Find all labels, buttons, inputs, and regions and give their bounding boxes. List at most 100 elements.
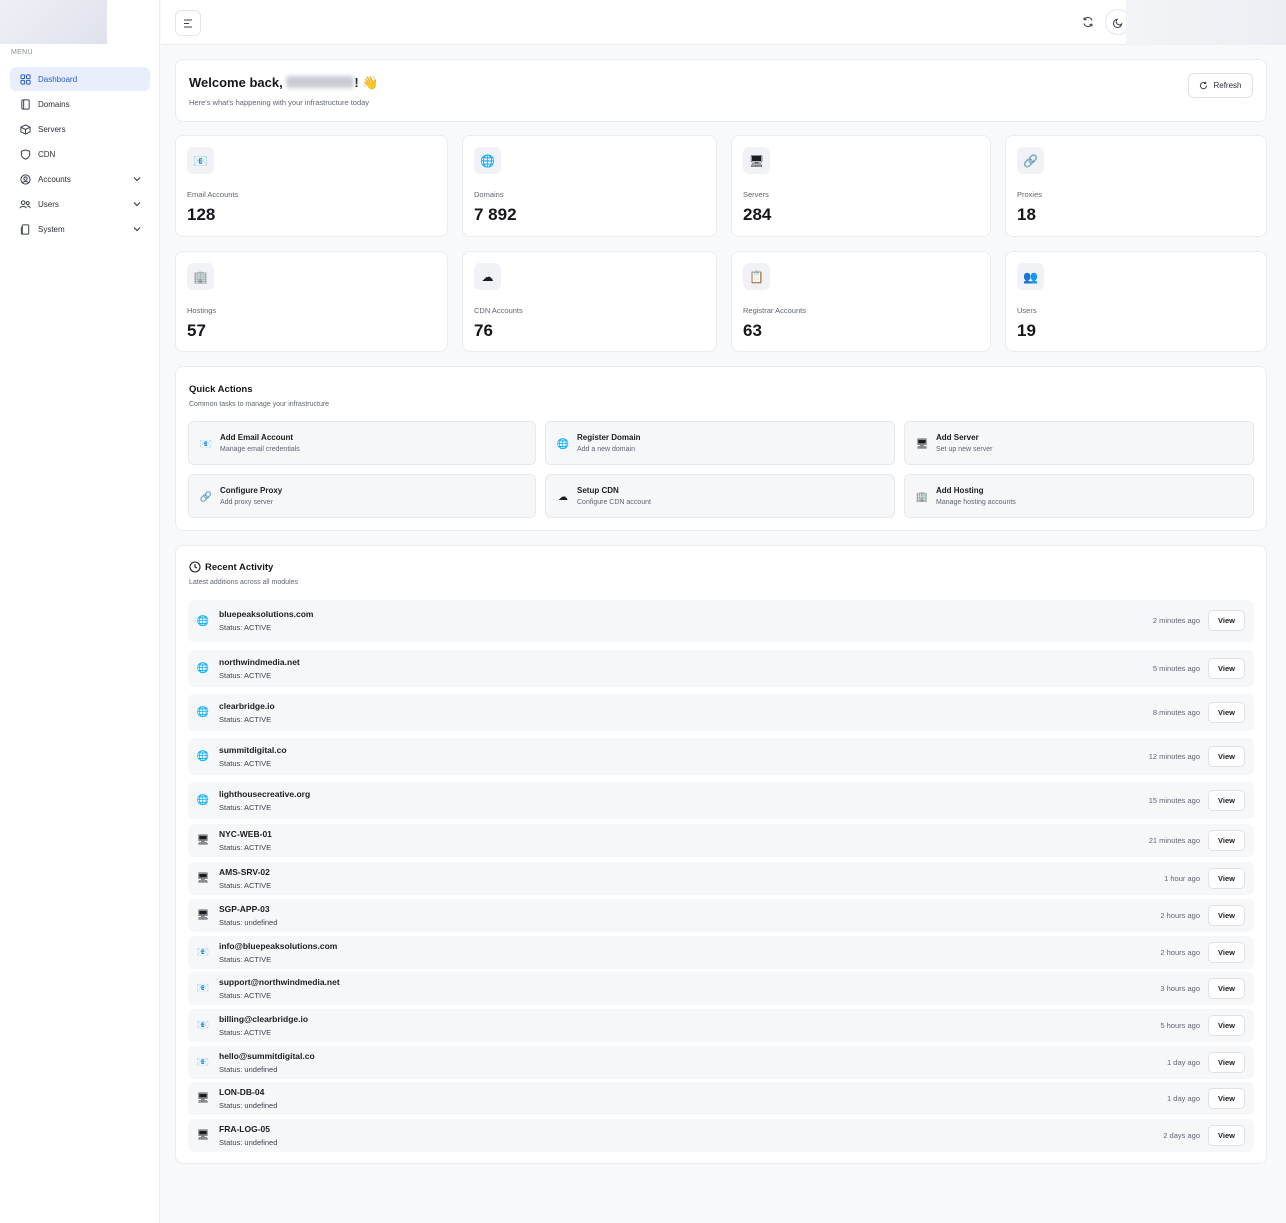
- stat-card-users[interactable]: 👥 Users 19: [1005, 251, 1267, 352]
- activity-status: Status: undefined: [219, 1064, 278, 1074]
- activity-row: 🌐 northwindmedia.net Status: ACTIVE 5 minut…: [188, 650, 1254, 687]
- view-button[interactable]: View: [1208, 829, 1245, 851]
- sidebar: MENU Dashboard Domains Servers CDN Accou…: [0, 0, 160, 1223]
- email-icon: 📧: [196, 983, 210, 994]
- sidebar-item-label: Accounts: [38, 174, 71, 184]
- action-name: Add Email Account: [220, 433, 294, 442]
- activity-name: lighthousecreative.org: [219, 788, 311, 799]
- sidebar-item-users[interactable]: Users: [10, 192, 150, 216]
- chevron-down-icon[interactable]: [132, 174, 142, 184]
- activity-status: Status: ACTIVE: [219, 842, 272, 852]
- refresh-button[interactable]: Refresh: [1188, 73, 1253, 98]
- users-icon: [19, 198, 31, 210]
- link-icon: 🔗: [1017, 147, 1044, 174]
- activity-name: support@northwindmedia.net: [219, 976, 340, 987]
- sidebar-item-servers[interactable]: Servers: [10, 117, 150, 141]
- view-button[interactable]: View: [1208, 977, 1245, 999]
- view-button[interactable]: View: [1208, 904, 1245, 926]
- refresh-icon-button[interactable]: [1078, 12, 1098, 32]
- refresh-label: Refresh: [1213, 81, 1242, 90]
- sync-icon: [1083, 16, 1093, 28]
- setup-cdn-button[interactable]: ☁ Setup CDN Configure CDN account: [545, 474, 895, 518]
- view-button[interactable]: View: [1208, 1124, 1245, 1146]
- stat-card-hostings[interactable]: 🏢 Hostings 57: [175, 251, 448, 352]
- stat-value: 76: [474, 321, 493, 340]
- sidebar-item-domains[interactable]: Domains: [10, 92, 150, 116]
- activity-time: 12 minutes ago: [1148, 751, 1200, 761]
- monitor-icon: 🖥: [196, 835, 210, 846]
- user-name-blurred: [286, 76, 355, 88]
- action-desc: Manage hosting accounts: [936, 499, 1016, 506]
- view-button[interactable]: View: [1208, 610, 1245, 631]
- view-button[interactable]: View: [1208, 1014, 1245, 1036]
- add-server-button[interactable]: 🖥 Add Server Set up new server: [904, 421, 1254, 465]
- activity-row: 🖥 LON-DB-04 Status: undefined 1 day ago View: [188, 1082, 1254, 1115]
- view-button[interactable]: View: [1208, 1087, 1245, 1109]
- sidebar-item-accounts[interactable]: Accounts: [10, 167, 150, 191]
- view-button[interactable]: View: [1208, 1051, 1245, 1073]
- activity-status: Status: ACTIVE: [219, 623, 272, 632]
- cloud-icon: ☁: [474, 263, 501, 290]
- view-button[interactable]: View: [1208, 657, 1245, 679]
- stat-value: 18: [1017, 205, 1036, 224]
- sidebar-item-label: Servers: [38, 124, 66, 134]
- register-domain-button[interactable]: 🌐 Register Domain Add a new domain: [545, 421, 895, 465]
- stat-label: Users: [1017, 306, 1037, 315]
- view-button[interactable]: View: [1208, 789, 1245, 811]
- activity-status: Status: ACTIVE: [219, 954, 272, 964]
- view-button[interactable]: View: [1208, 941, 1245, 963]
- view-button[interactable]: View: [1208, 745, 1245, 767]
- stat-card-email-accounts[interactable]: 📧 Email Accounts 128: [175, 135, 448, 237]
- activity-row: 🌐 lighthousecreative.org Status: ACTIVE 15 …: [188, 782, 1254, 819]
- stat-value: 63: [743, 321, 762, 340]
- user-menu[interactable]: [1126, 0, 1286, 45]
- activity-status: Status: ACTIVE: [219, 990, 272, 1000]
- stat-card-registrar-accounts[interactable]: 📋 Registrar Accounts 63: [731, 251, 991, 352]
- action-desc: Add a new domain: [577, 446, 635, 453]
- activity-name: clearbridge.io: [219, 700, 275, 711]
- book-icon: [19, 98, 31, 110]
- activity-status: Status: ACTIVE: [219, 802, 272, 812]
- sidebar-item-dashboard[interactable]: Dashboard: [10, 67, 150, 91]
- quick-actions-card: Quick Actions Common tasks to manage you…: [175, 366, 1267, 531]
- activity-name: LON-DB-04: [219, 1086, 265, 1097]
- globe-icon: 🌐: [196, 795, 210, 806]
- user-circle-icon: [19, 173, 31, 185]
- stat-card-domains[interactable]: 🌐 Domains 7 892: [462, 135, 717, 237]
- stat-card-proxies[interactable]: 🔗 Proxies 18: [1005, 135, 1267, 237]
- stat-card-servers[interactable]: 🖥 Servers 284: [731, 135, 991, 237]
- users-icon: 👥: [1017, 263, 1044, 290]
- action-desc: Manage email credentials: [220, 446, 300, 453]
- stat-label: Servers: [743, 190, 769, 199]
- welcome-suffix: ! 👋: [354, 75, 379, 90]
- activity-status: Status: ACTIVE: [219, 758, 272, 768]
- welcome-title: Welcome back, ! 👋: [189, 75, 378, 91]
- add-email-account-button[interactable]: 📧 Add Email Account Manage email credent…: [188, 421, 536, 465]
- sidebar-item-label: CDN: [38, 149, 56, 159]
- sidebar-item-system[interactable]: System: [10, 217, 150, 241]
- menu-label: MENU: [11, 49, 33, 56]
- sidebar-toggle-button[interactable]: [175, 10, 201, 36]
- welcome-subtitle: Here's what's happening with your infras…: [189, 98, 370, 107]
- activity-time: 1 hour ago: [1164, 873, 1200, 883]
- activity-name: FRA-LOG-05: [219, 1123, 270, 1134]
- chevron-down-icon[interactable]: [132, 199, 142, 209]
- activity-time: 2 hours ago: [1160, 910, 1200, 920]
- view-button[interactable]: View: [1208, 701, 1245, 723]
- sidebar-item-label: Users: [38, 199, 59, 209]
- welcome-prefix: Welcome back,: [189, 75, 287, 90]
- chevron-down-icon[interactable]: [132, 224, 142, 234]
- activity-row: 🌐 bluepeaksolutions.com Status: ACTIVE 2 mi…: [188, 600, 1254, 642]
- activity-time: 5 minutes ago: [1152, 663, 1200, 673]
- view-button[interactable]: View: [1208, 867, 1245, 889]
- logo[interactable]: [0, 0, 107, 44]
- action-desc: Configure CDN account: [577, 499, 651, 506]
- top-bar: [161, 0, 1286, 45]
- stat-card-cdn-accounts[interactable]: ☁ CDN Accounts 76: [462, 251, 717, 352]
- recent-activity-subtitle: Latest additions across all modules: [189, 579, 298, 586]
- stat-label: CDN Accounts: [474, 306, 523, 315]
- add-hosting-button[interactable]: 🏢 Add Hosting Manage hosting accounts: [904, 474, 1254, 518]
- sidebar-item-cdn[interactable]: CDN: [10, 142, 150, 166]
- action-name: Register Domain: [577, 433, 641, 442]
- configure-proxy-button[interactable]: 🔗 Configure Proxy Add proxy server: [188, 474, 536, 518]
